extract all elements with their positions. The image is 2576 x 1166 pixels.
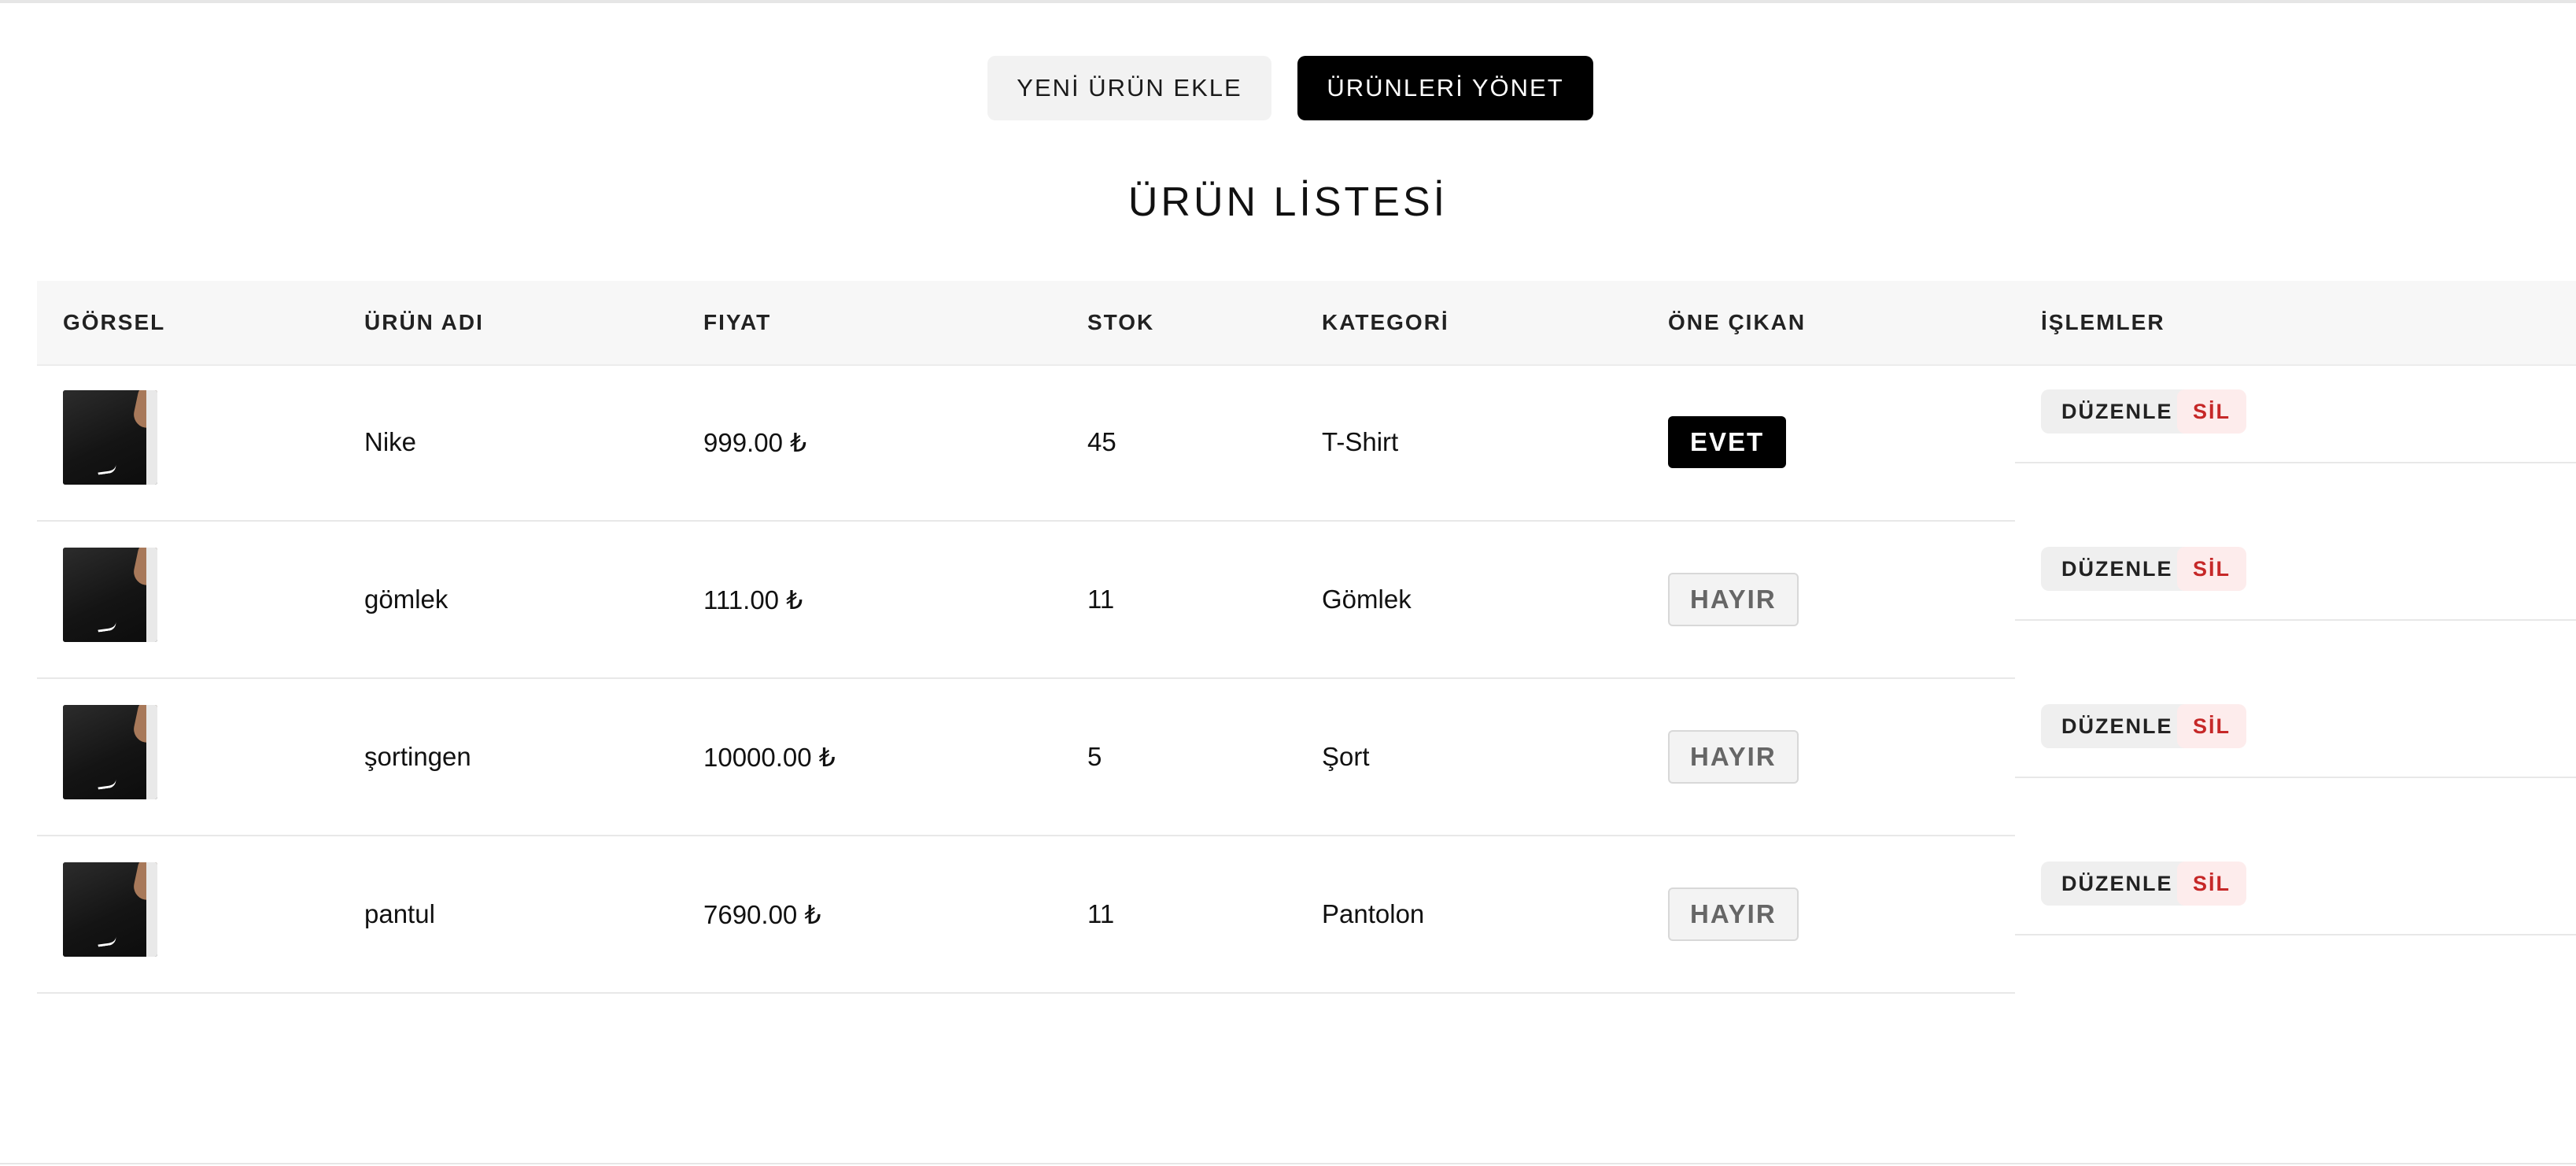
header-stock: STOK xyxy=(1087,310,1155,334)
header-category: KATEGORİ xyxy=(1322,310,1449,334)
product-category: T-Shirt xyxy=(1322,427,1399,456)
table-row: Nike 999.00 ₺ 45 T-Shirt EVET xyxy=(37,364,2015,522)
product-price: 10000.00 ₺ xyxy=(703,742,836,772)
product-image xyxy=(63,862,157,957)
product-name: Nike xyxy=(364,427,417,456)
table-row: gömlek 111.00 ₺ 11 Gömlek HAYIR xyxy=(37,522,2015,679)
product-name: gömlek xyxy=(364,585,448,614)
table-row: şortingen 10000.00 ₺ 5 Şort HAYIR xyxy=(37,679,2015,836)
product-price: 999.00 ₺ xyxy=(703,427,807,457)
product-image xyxy=(63,705,157,799)
delete-button[interactable]: SİL xyxy=(2177,862,2247,906)
delete-button[interactable]: SİL xyxy=(2177,704,2247,748)
header-price: FIYAT xyxy=(703,310,772,334)
featured-badge: HAYIR xyxy=(1668,573,1799,626)
table-row: pantul 7690.00 ₺ 11 Pantolon HAYIR xyxy=(37,836,2015,994)
product-category: Gömlek xyxy=(1322,585,1412,614)
header-featured: ÖNE ÇIKAN xyxy=(1668,310,1807,334)
delete-button[interactable]: SİL xyxy=(2177,547,2247,591)
featured-cell: HAYIR xyxy=(1668,522,1799,677)
top-divider xyxy=(0,0,2576,3)
product-image xyxy=(63,548,157,642)
row-actions: DÜZENLE SİL xyxy=(2015,522,2576,621)
featured-cell: HAYIR xyxy=(1668,679,1799,835)
manage-products-tab[interactable]: ÜRÜNLERİ YÖNET xyxy=(1297,56,1593,120)
product-category: Şort xyxy=(1322,742,1370,771)
table-header: GÖRSEL ÜRÜN ADI FIYAT STOK KATEGORİ ÖNE … xyxy=(37,281,2576,366)
product-price: 7690.00 ₺ xyxy=(703,899,821,929)
product-name: şortingen xyxy=(364,742,471,771)
product-stock: 45 xyxy=(1087,427,1116,456)
featured-cell: HAYIR xyxy=(1668,836,1799,992)
header-image: GÖRSEL xyxy=(63,310,166,334)
row-actions: DÜZENLE SİL xyxy=(2015,364,2576,463)
header-actions: İŞLEMLER xyxy=(2041,310,2165,334)
product-image xyxy=(63,390,157,485)
page-title: ÜRÜN LİSTESİ xyxy=(1127,179,1449,225)
product-name: pantul xyxy=(364,899,435,928)
bottom-divider xyxy=(0,1163,2576,1164)
featured-cell: EVET xyxy=(1668,364,1787,520)
product-stock: 11 xyxy=(1087,585,1115,614)
product-price: 111.00 ₺ xyxy=(703,585,803,614)
edit-button[interactable]: DÜZENLE xyxy=(2041,389,2194,434)
product-stock: 11 xyxy=(1087,899,1115,928)
row-actions: DÜZENLE SİL xyxy=(2015,679,2576,778)
header-name: ÜRÜN ADI xyxy=(364,310,484,334)
featured-badge: HAYIR xyxy=(1668,887,1799,941)
product-table: GÖRSEL ÜRÜN ADI FIYAT STOK KATEGORİ ÖNE … xyxy=(37,281,2576,994)
edit-button[interactable]: DÜZENLE xyxy=(2041,704,2194,748)
edit-button[interactable]: DÜZENLE xyxy=(2041,547,2194,591)
featured-badge: EVET xyxy=(1668,416,1787,468)
add-product-tab[interactable]: YENİ ÜRÜN EKLE xyxy=(987,56,1271,120)
product-category: Pantolon xyxy=(1322,899,1425,928)
row-actions: DÜZENLE SİL xyxy=(2015,836,2576,935)
edit-button[interactable]: DÜZENLE xyxy=(2041,862,2194,906)
product-nav: YENİ ÜRÜN EKLE ÜRÜNLERİ YÖNET xyxy=(0,56,2576,120)
product-stock: 5 xyxy=(1087,742,1102,771)
delete-button[interactable]: SİL xyxy=(2177,389,2247,434)
featured-badge: HAYIR xyxy=(1668,730,1799,784)
